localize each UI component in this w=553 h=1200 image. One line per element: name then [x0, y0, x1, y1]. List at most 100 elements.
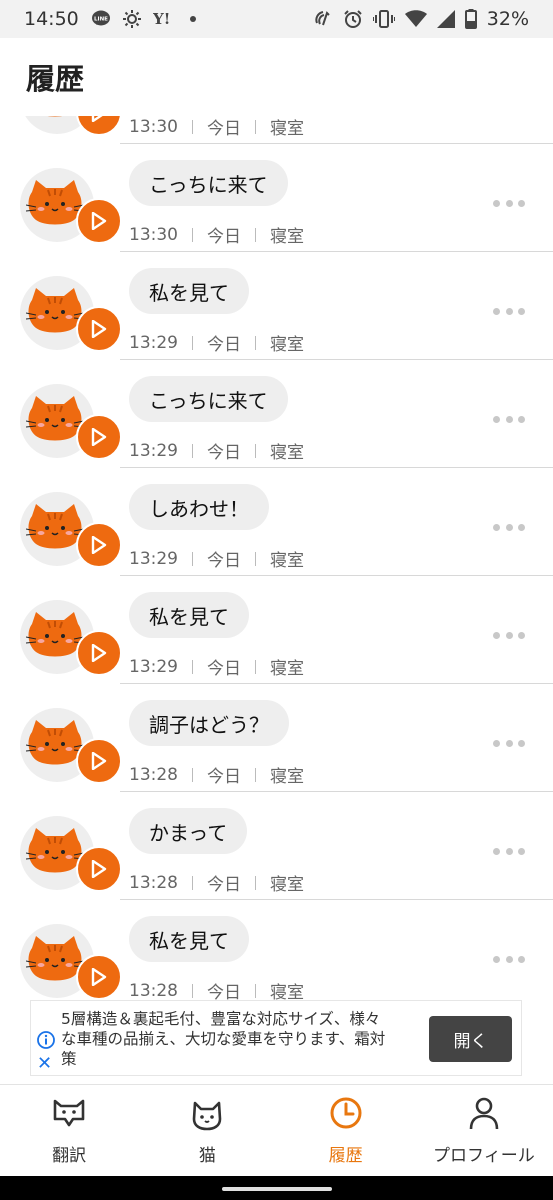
svg-text:LINE: LINE	[94, 17, 108, 23]
row-day: 今日	[207, 443, 241, 463]
separator	[255, 335, 256, 350]
page-title: 履歴	[26, 62, 85, 96]
history-list[interactable]: こっちに来て13:30今日寝室こっちに来て13:30今日寝室私を見て13:29今…	[0, 36, 553, 1000]
tab-label: 猫	[198, 1146, 216, 1166]
row-meta: 13:28 今日 寝室	[129, 978, 304, 1001]
more-options-icon[interactable]	[493, 738, 525, 748]
phrase-text: 私を見て	[149, 280, 229, 305]
row-room: 寝室	[270, 983, 304, 1000]
row-time: 13:30	[129, 116, 178, 137]
play-icon	[91, 968, 107, 986]
tab-label: 履歴	[328, 1146, 363, 1166]
separator	[192, 443, 193, 458]
nfc-icon	[313, 9, 333, 29]
row-time: 13:29	[129, 332, 178, 353]
separator	[255, 227, 256, 242]
more-options-icon[interactable]	[493, 954, 525, 964]
history-row[interactable]: しあわせ！ 13:29 今日 寝室	[0, 468, 553, 576]
row-room: 寝室	[270, 443, 304, 463]
history-row[interactable]: こっちに来て 13:29 今日 寝室	[0, 360, 553, 468]
clock-icon	[328, 1095, 364, 1135]
phrase-bubble[interactable]: 私を見て	[129, 916, 249, 962]
row-meta: 13:29 今日 寝室	[129, 330, 304, 356]
play-button[interactable]	[76, 630, 122, 676]
info-icon[interactable]	[37, 1031, 55, 1053]
close-icon[interactable]: ✕	[37, 1055, 52, 1073]
separator	[192, 551, 193, 566]
row-time: 13:30	[129, 224, 178, 245]
play-button[interactable]	[76, 738, 122, 784]
history-row[interactable]: 私を見て 13:29 今日 寝室	[0, 252, 553, 360]
more-options-icon[interactable]	[493, 198, 525, 208]
history-row[interactable]: こっちに来て 13:30 今日 寝室	[0, 144, 553, 252]
play-button[interactable]	[76, 306, 122, 352]
tab-translate[interactable]: 翻訳	[0, 1085, 138, 1176]
play-button[interactable]	[76, 954, 122, 1000]
history-row[interactable]: 調子はどう？ 13:28 今日 寝室	[0, 684, 553, 792]
row-day: 今日	[207, 227, 241, 247]
row-time: 13:29	[129, 440, 178, 461]
svg-text:Y!: Y!	[153, 10, 170, 28]
phrase-bubble[interactable]: かまって	[129, 808, 248, 854]
row-meta: 13:28 今日 寝室	[129, 870, 304, 896]
tab-profile[interactable]: プロフィール	[415, 1085, 553, 1176]
separator	[255, 983, 256, 998]
separator	[192, 767, 193, 782]
more-options-icon[interactable]	[493, 414, 525, 424]
history-row[interactable]: 私を見て 13:28 今日 寝室	[0, 900, 553, 1000]
more-options-icon[interactable]	[493, 306, 525, 316]
row-time: 13:29	[129, 548, 178, 569]
battery-icon	[464, 9, 477, 29]
ad-banner[interactable]: ✕ 5層構造＆裏起毛付、豊富な対応サイズ、様々な車種の品揃え、大切な愛車を守りま…	[30, 1000, 522, 1076]
separator	[255, 551, 256, 566]
home-indicator[interactable]	[222, 1187, 332, 1191]
cat-face-icon	[189, 1095, 225, 1135]
separator	[192, 335, 193, 350]
row-room: 寝室	[270, 551, 304, 571]
row-room: 寝室	[270, 659, 304, 679]
row-day: 今日	[207, 983, 241, 1000]
row-time: 13:28	[129, 764, 178, 785]
phrase-text: 調子はどう？	[149, 712, 269, 737]
tab-label: 翻訳	[52, 1146, 87, 1166]
phrase-text: 私を見て	[149, 928, 229, 953]
row-time: 13:28	[129, 980, 178, 1001]
signal-icon	[436, 10, 455, 28]
alarm-icon	[343, 9, 363, 29]
phrase-bubble[interactable]: こっちに来て	[129, 160, 288, 206]
play-button[interactable]	[76, 198, 122, 244]
separator	[255, 875, 256, 890]
history-row[interactable]: かまって 13:28 今日 寝室	[0, 792, 553, 900]
phrase-text: 私を見て	[149, 604, 229, 629]
more-options-icon[interactable]	[493, 846, 525, 856]
row-day: 今日	[207, 119, 241, 139]
tab-history[interactable]: 履歴	[277, 1085, 415, 1176]
battery-percent: 32%	[486, 8, 529, 30]
phrase-bubble[interactable]: こっちに来て	[129, 376, 288, 422]
row-room: 寝室	[270, 227, 304, 247]
separator	[192, 983, 193, 998]
row-day: 今日	[207, 767, 241, 787]
separator	[192, 875, 193, 890]
more-options-icon[interactable]	[493, 630, 525, 640]
play-button[interactable]	[76, 846, 122, 892]
tab-cat[interactable]: 猫	[138, 1085, 276, 1176]
status-time: 14:50	[24, 8, 79, 30]
row-day: 今日	[207, 659, 241, 679]
vibrate-icon	[372, 9, 395, 29]
ad-open-button[interactable]: 開く	[429, 1016, 512, 1062]
play-button[interactable]	[76, 414, 122, 460]
row-room: 寝室	[270, 335, 304, 355]
phrase-bubble[interactable]: 私を見て	[129, 268, 249, 314]
phrase-bubble[interactable]: しあわせ！	[129, 484, 269, 530]
separator	[255, 659, 256, 674]
play-button[interactable]	[76, 522, 122, 568]
row-meta: 13:28 今日 寝室	[129, 762, 304, 788]
app-header: 履歴	[0, 38, 553, 116]
separator	[192, 659, 193, 674]
phrase-bubble[interactable]: 私を見て	[129, 592, 249, 638]
phrase-bubble[interactable]: 調子はどう？	[129, 700, 289, 746]
history-row[interactable]: 私を見て 13:29 今日 寝室	[0, 576, 553, 684]
person-icon	[466, 1095, 502, 1135]
more-options-icon[interactable]	[493, 522, 525, 532]
